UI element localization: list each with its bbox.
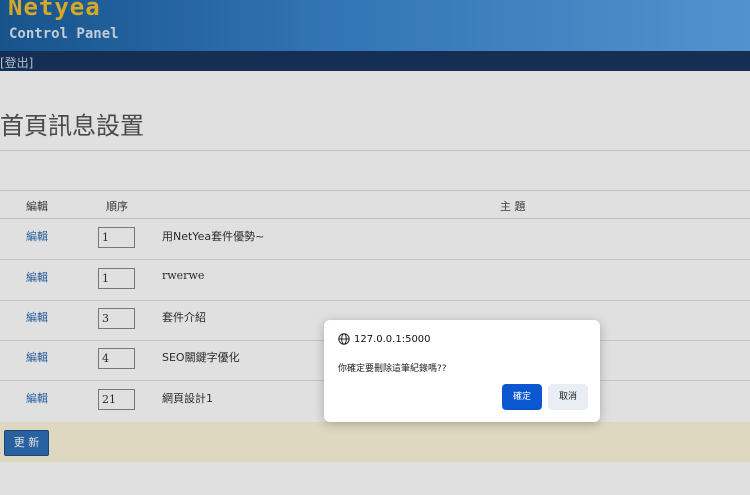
dialog-message: 你確定要刪除這筆紀錄嗎?? [338,364,447,374]
confirm-cancel-button[interactable]: 取消 [548,384,588,410]
dialog-origin: 127.0.0.1:5000 [338,333,431,345]
confirm-dialog: 127.0.0.1:5000 你確定要刪除這筆紀錄嗎?? 確定 取消 [324,320,600,422]
confirm-ok-button[interactable]: 確定 [502,384,542,410]
globe-icon [338,333,350,345]
dialog-origin-text: 127.0.0.1:5000 [354,333,431,345]
